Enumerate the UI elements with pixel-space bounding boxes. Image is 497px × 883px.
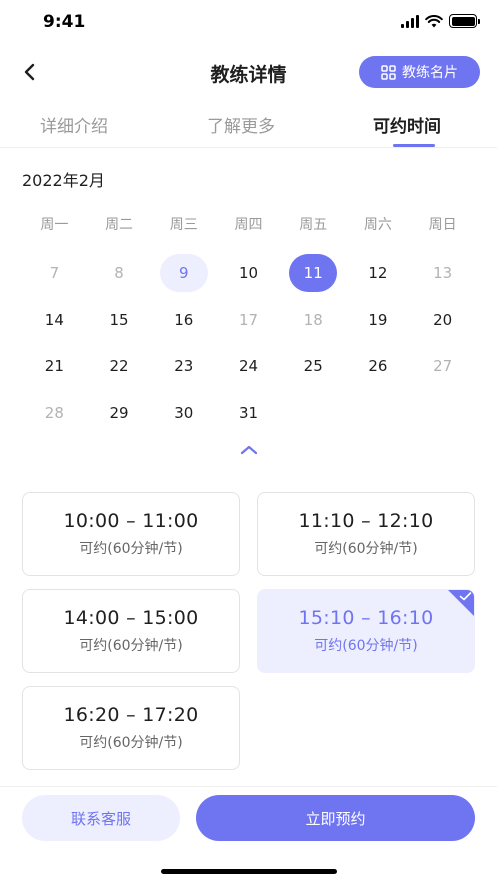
slot-status: 可约(60分钟/节)	[314, 638, 418, 654]
time-slot[interactable]: 10:00 – 11:00 可约(60分钟/节)	[22, 492, 240, 576]
wifi-icon	[425, 14, 443, 27]
month-label: 2022年2月	[22, 171, 105, 190]
calendar-cell: 24	[216, 343, 281, 390]
grid-icon	[381, 64, 396, 80]
calendar-cell: 11	[281, 250, 346, 297]
calendar-day[interactable]: 25	[289, 347, 337, 385]
calendar-cell: 13	[410, 250, 475, 297]
signal-icon	[401, 14, 419, 28]
slot-time: 15:10 – 16:10	[298, 607, 434, 629]
calendar-cell: 9	[151, 250, 216, 297]
calendar-day[interactable]: 16	[160, 301, 208, 339]
calendar-day[interactable]: 30	[160, 394, 208, 432]
time-slot[interactable]: 11:10 – 12:10 可约(60分钟/节)	[257, 492, 475, 576]
calendar-cell: 20	[410, 297, 475, 344]
status-bar: 9:41	[0, 0, 497, 48]
calendar-cell: 23	[151, 343, 216, 390]
bottom-action-bar: 联系客服 立即预约	[0, 786, 497, 883]
calendar-day[interactable]: 7	[30, 254, 78, 292]
status-icons	[401, 14, 480, 28]
calendar-cell: 29	[87, 390, 152, 437]
nav-bar: 教练详情 教练名片	[0, 48, 497, 96]
home-indicator	[161, 869, 337, 874]
coach-card-label: 教练名片	[402, 65, 458, 81]
contact-service-button[interactable]: 联系客服	[22, 795, 180, 841]
calendar-cell: 18	[281, 297, 346, 344]
check-icon	[459, 592, 472, 601]
calendar-day[interactable]: 12	[354, 254, 402, 292]
slot-status: 可约(60分钟/节)	[79, 735, 183, 751]
calendar-day[interactable]: 29	[95, 394, 143, 432]
tab-underline	[393, 144, 435, 147]
time-slot[interactable]: 14:00 – 15:00 可约(60分钟/节)	[22, 589, 240, 673]
calendar-cell: 7	[22, 250, 87, 297]
calendar-day[interactable]: 11	[289, 254, 338, 293]
calendar-day[interactable]: 8	[95, 254, 143, 292]
calendar-day[interactable]: 23	[160, 347, 208, 385]
calendar-cell: 10	[216, 250, 281, 297]
weekday-label: 周五	[299, 217, 328, 233]
calendar-day[interactable]: 18	[289, 301, 337, 339]
tab-bar: 详细介绍 了解更多 可约时间	[0, 102, 497, 148]
calendar-day[interactable]: 15	[95, 301, 143, 339]
calendar-grid: 7 8 9 10 11 12 13 14 15 16 17 18 19 20 2…	[22, 250, 475, 436]
calendar-day[interactable]: 19	[354, 301, 402, 339]
weekday-label: 周三	[169, 217, 198, 233]
book-now-button[interactable]: 立即预约	[196, 795, 475, 841]
calendar-cell: 19	[346, 297, 411, 344]
slot-time: 14:00 – 15:00	[63, 607, 199, 629]
calendar-cell: 8	[87, 250, 152, 297]
time-slot[interactable]: 16:20 – 17:20 可约(60分钟/节)	[22, 686, 240, 770]
calendar-day[interactable]: 31	[224, 394, 272, 432]
calendar-day[interactable]: 9	[159, 254, 208, 293]
calendar-day[interactable]: 24	[224, 347, 272, 385]
calendar-cell: 12	[346, 250, 411, 297]
tab-available-time[interactable]: 可约时间	[373, 112, 441, 137]
weekday-label: 周日	[428, 217, 457, 233]
battery-icon	[449, 14, 480, 28]
slot-time: 11:10 – 12:10	[298, 510, 434, 532]
calendar-day[interactable]: 28	[30, 394, 78, 432]
calendar-day[interactable]: 20	[419, 301, 467, 339]
calendar-day[interactable]: 17	[224, 301, 272, 339]
time-slot-grid: 10:00 – 11:00 可约(60分钟/节) 11:10 – 12:10 可…	[22, 492, 475, 770]
calendar-cell: 26	[346, 343, 411, 390]
calendar-day[interactable]: 14	[30, 301, 78, 339]
tab-more[interactable]: 了解更多	[207, 112, 275, 137]
calendar-day[interactable]: 10	[224, 254, 272, 292]
slot-time: 16:20 – 17:20	[63, 704, 199, 726]
calendar-cell: 30	[151, 390, 216, 437]
calendar-day[interactable]: 13	[419, 254, 467, 292]
chevron-up-icon[interactable]	[238, 442, 260, 458]
slot-time: 10:00 – 11:00	[63, 510, 199, 532]
calendar-day[interactable]: 22	[95, 347, 143, 385]
weekday-label: 周四	[234, 217, 263, 233]
calendar-cell: 17	[216, 297, 281, 344]
coach-card-button[interactable]: 教练名片	[359, 56, 480, 88]
calendar-cell: 14	[22, 297, 87, 344]
calendar-day[interactable]: 27	[419, 347, 467, 385]
slot-status: 可约(60分钟/节)	[79, 541, 183, 557]
calendar-cell: 15	[87, 297, 152, 344]
slot-status: 可约(60分钟/节)	[314, 541, 418, 557]
calendar-cell: 22	[87, 343, 152, 390]
weekday-header: 周一 周二 周三 周四 周五 周六 周日	[22, 214, 475, 234]
weekday-label: 周一	[40, 217, 69, 233]
calendar-cell: 16	[151, 297, 216, 344]
weekday-label: 周六	[363, 217, 392, 233]
calendar-cell: 31	[216, 390, 281, 437]
slot-status: 可约(60分钟/节)	[79, 638, 183, 654]
calendar-cell: 27	[410, 343, 475, 390]
calendar-cell: 25	[281, 343, 346, 390]
calendar-day[interactable]: 21	[30, 347, 78, 385]
time-slot[interactable]: 15:10 – 16:10 可约(60分钟/节)	[257, 589, 475, 673]
weekday-label: 周二	[105, 217, 134, 233]
calendar-day[interactable]: 26	[354, 347, 402, 385]
tab-details[interactable]: 详细介绍	[40, 112, 108, 137]
calendar-cell: 28	[22, 390, 87, 437]
status-time: 9:41	[43, 12, 86, 32]
calendar-cell: 21	[22, 343, 87, 390]
